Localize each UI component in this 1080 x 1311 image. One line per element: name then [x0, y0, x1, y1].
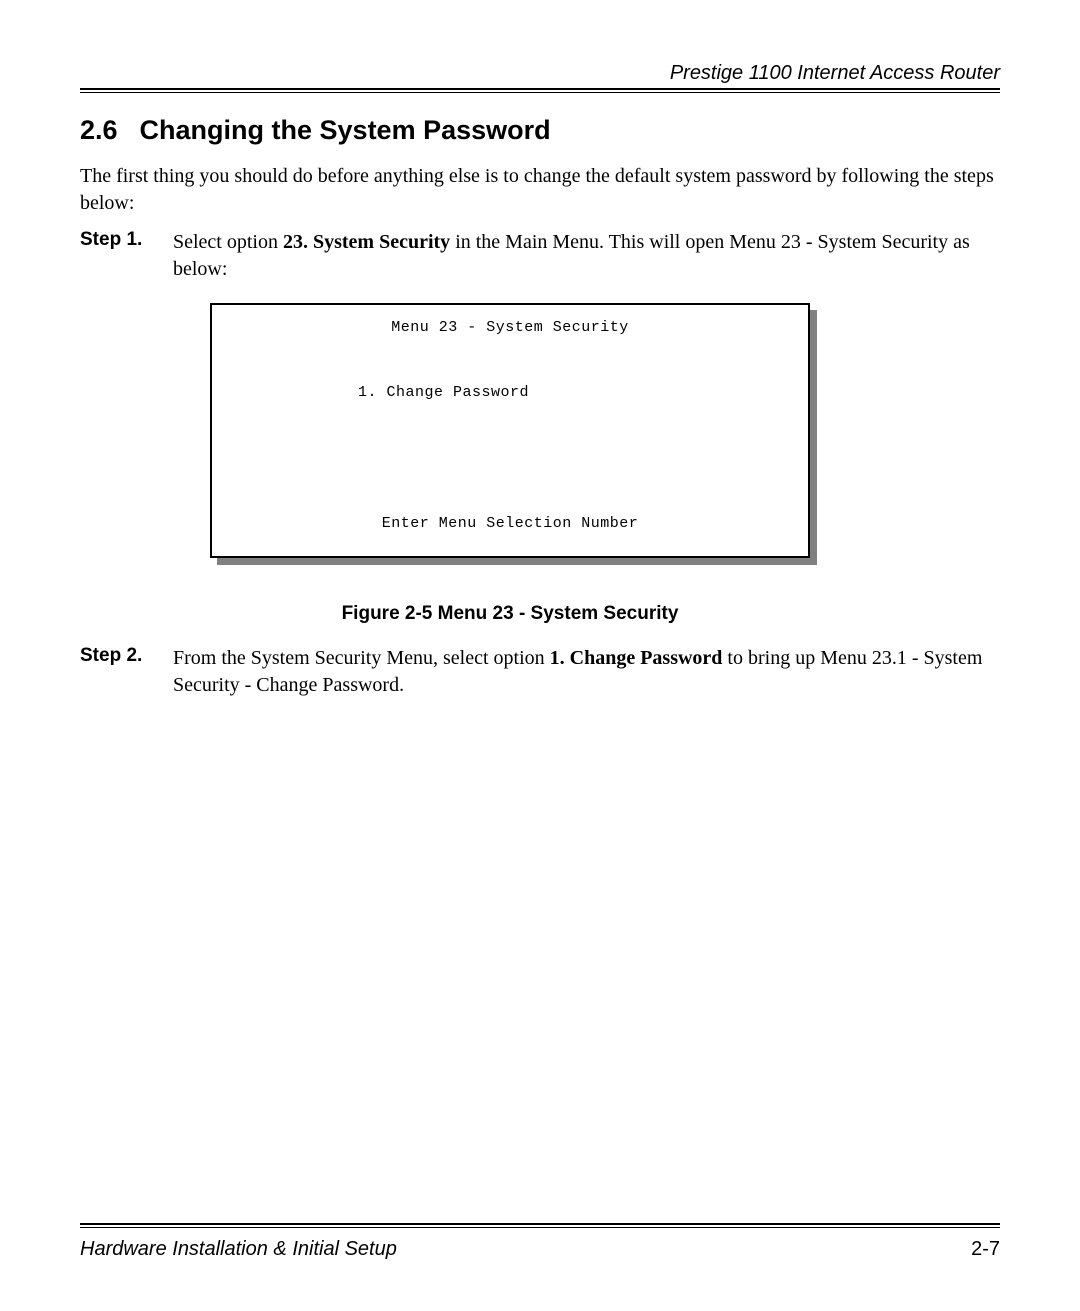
header-rule-thin — [80, 92, 1000, 93]
step-1-pre: Select option — [173, 231, 283, 253]
footer-row: Hardware Installation & Initial Setup 2-… — [80, 1238, 1000, 1261]
footer-rule-thick — [80, 1223, 1000, 1225]
page-number: 2-7 — [971, 1238, 1000, 1261]
step-2: Step 2. From the System Security Menu, s… — [80, 645, 1000, 699]
figure-caption: Figure 2-5 Menu 23 - System Security — [80, 603, 940, 625]
footer-rule-thin — [80, 1227, 1000, 1228]
header-product-name: Prestige 1100 Internet Access Router — [670, 62, 1000, 85]
terminal-figure: Menu 23 - System Security 1. Change Pass… — [210, 303, 810, 558]
step-1-bold: 23. System Security — [283, 231, 450, 253]
terminal-option: 1. Change Password — [358, 384, 808, 401]
section-number: 2.6 — [80, 115, 118, 146]
step-2-bold: 1. Change Password — [550, 647, 723, 669]
terminal-box: Menu 23 - System Security 1. Change Pass… — [210, 303, 810, 558]
footer-section-title: Hardware Installation & Initial Setup — [80, 1238, 397, 1261]
step-1-text: Select option 23. System Security in the… — [173, 229, 1000, 283]
running-header: Prestige 1100 Internet Access Router — [80, 62, 1000, 90]
step-1: Step 1. Select option 23. System Securit… — [80, 229, 1000, 283]
page-footer: Hardware Installation & Initial Setup 2-… — [80, 1223, 1000, 1261]
intro-paragraph: The first thing you should do before any… — [80, 163, 1000, 217]
section-heading: 2.6 Changing the System Password — [80, 115, 1000, 146]
step-2-text: From the System Security Menu, select op… — [173, 645, 1000, 699]
figure-container: Menu 23 - System Security 1. Change Pass… — [210, 303, 820, 558]
step-2-pre: From the System Security Menu, select op… — [173, 647, 550, 669]
terminal-title: Menu 23 - System Security — [212, 319, 808, 336]
terminal-prompt: Enter Menu Selection Number — [212, 515, 808, 532]
step-2-label: Step 2. — [80, 645, 173, 699]
section-title: Changing the System Password — [140, 115, 551, 145]
step-1-label: Step 1. — [80, 229, 173, 283]
